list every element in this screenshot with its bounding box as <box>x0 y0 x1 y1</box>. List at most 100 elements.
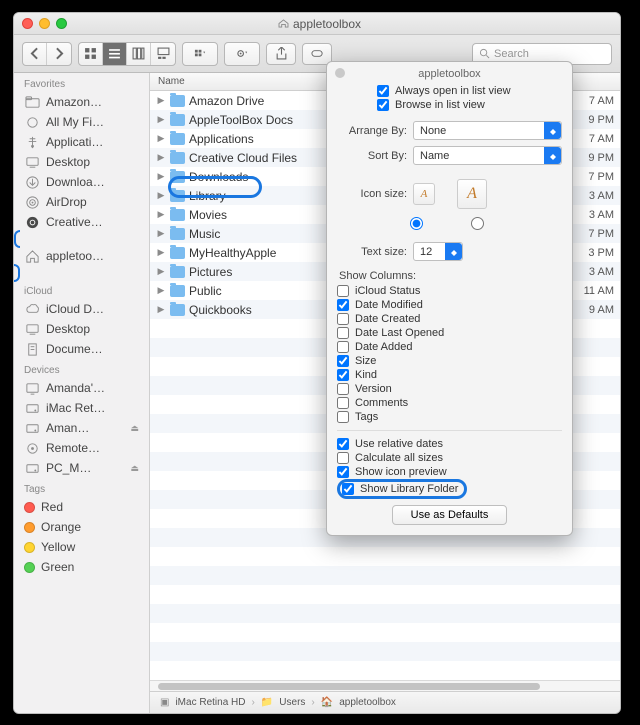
file-name: Library <box>189 189 226 203</box>
folder-icon <box>170 95 185 107</box>
sidebar-item[interactable]: Amanda'… <box>14 378 149 398</box>
icon-size-small-radio[interactable] <box>405 214 426 233</box>
disclosure-triangle-icon[interactable]: ▶ <box>156 190 166 201</box>
sidebar-item[interactable]: Applicati… <box>14 132 149 152</box>
arrange-by-select[interactable]: None <box>413 121 562 140</box>
popover-close-icon[interactable] <box>335 68 345 78</box>
sidebar-item[interactable]: Desktop <box>14 152 149 172</box>
sidebar-item-label: AirDrop <box>46 195 87 209</box>
zoom-icon[interactable] <box>56 18 67 29</box>
sidebar-section-header: iCloud <box>14 280 149 299</box>
column-label: iCloud Status <box>355 285 420 297</box>
action-menu[interactable] <box>224 42 260 66</box>
use-relative-dates-checkbox[interactable]: Use relative dates <box>337 437 562 451</box>
show-library-folder-checkbox[interactable]: Show Library Folder <box>342 482 458 496</box>
disclosure-triangle-icon[interactable]: ▶ <box>156 114 166 125</box>
popover-title: appletoolbox <box>337 68 562 80</box>
annotation-sidebar-highlight: appletoo… <box>14 230 149 282</box>
folder-icon <box>170 228 185 240</box>
sidebar-item[interactable]: AirDrop <box>14 192 149 212</box>
sidebar-item[interactable]: All My Fi… <box>14 112 149 132</box>
column-label: Kind <box>355 369 377 381</box>
sidebar-item[interactable]: iMac Ret… <box>14 398 149 418</box>
column-checkbox[interactable]: Date Modified <box>337 298 562 312</box>
minimize-icon[interactable] <box>39 18 50 29</box>
text-size-select[interactable]: 12 <box>413 242 463 261</box>
column-checkbox[interactable]: Date Last Opened <box>337 326 562 340</box>
file-date: 11 AM <box>584 285 614 297</box>
cloud-icon <box>24 302 40 316</box>
arrange-menu[interactable] <box>182 42 218 66</box>
file-name: Movies <box>189 208 227 222</box>
view-icon-button[interactable] <box>79 43 103 65</box>
share-button[interactable] <box>266 43 296 65</box>
sidebar-item[interactable]: Amazon… <box>14 92 149 112</box>
sidebar-item[interactable]: iCloud D… <box>14 299 149 319</box>
sidebar-item[interactable]: Docume… <box>14 339 149 359</box>
sidebar-item[interactable]: Remote… <box>14 438 149 458</box>
view-gallery-button[interactable] <box>151 43 175 65</box>
horizontal-scrollbar[interactable] <box>150 680 620 691</box>
disclosure-triangle-icon[interactable]: ▶ <box>156 266 166 277</box>
column-checkbox[interactable]: Tags <box>337 410 562 424</box>
sidebar-item[interactable]: Orange <box>14 517 149 537</box>
column-checkbox[interactable]: iCloud Status <box>337 284 562 298</box>
column-checkbox[interactable]: Comments <box>337 396 562 410</box>
sidebar-item[interactable]: Desktop <box>14 319 149 339</box>
disclosure-triangle-icon[interactable]: ▶ <box>156 209 166 220</box>
view-column-button[interactable] <box>127 43 151 65</box>
sidebar-item-label: appletoo… <box>46 249 104 263</box>
disclosure-triangle-icon[interactable]: ▶ <box>156 247 166 258</box>
disclosure-triangle-icon[interactable]: ▶ <box>156 285 166 296</box>
column-checkbox[interactable]: Date Created <box>337 312 562 326</box>
show-icon-preview-checkbox[interactable]: Show icon preview <box>337 465 562 479</box>
pathbar[interactable]: ▣iMac Retina HD› 📁Users› 🏠appletoolbox <box>150 691 620 713</box>
disclosure-triangle-icon[interactable]: ▶ <box>156 152 166 163</box>
file-name: Applications <box>189 132 254 146</box>
eject-icon[interactable]: ⏏ <box>130 423 139 434</box>
sidebar-item[interactable]: Red <box>14 497 149 517</box>
sidebar-item[interactable]: PC_M…⏏ <box>14 458 149 478</box>
calculate-sizes-checkbox[interactable]: Calculate all sizes <box>337 451 562 465</box>
disclosure-triangle-icon[interactable]: ▶ <box>156 95 166 106</box>
sidebar-item[interactable]: Aman…⏏ <box>14 418 149 438</box>
disclosure-triangle-icon[interactable]: ▶ <box>156 304 166 315</box>
titlebar[interactable]: appletoolbox <box>14 13 620 35</box>
sidebar-item-label: Creative… <box>46 215 103 229</box>
sort-by-select[interactable]: Name <box>413 146 562 165</box>
use-as-defaults-button[interactable]: Use as Defaults <box>392 505 508 525</box>
file-date: 3 AM <box>589 266 614 278</box>
sidebar-item-label: Desktop <box>46 322 90 336</box>
show-columns-label: Show Columns: <box>339 270 562 282</box>
sidebar-item-label: Downloa… <box>46 175 105 189</box>
disclosure-triangle-icon[interactable]: ▶ <box>156 228 166 239</box>
file-date: 3 AM <box>589 209 614 221</box>
tag-dot-icon <box>24 522 35 533</box>
view-list-button[interactable] <box>103 43 127 65</box>
doc-icon <box>24 342 40 356</box>
always-open-list-checkbox[interactable]: Always open in list view <box>377 84 562 98</box>
folder-icon <box>24 95 40 109</box>
column-checkbox[interactable]: Kind <box>337 368 562 382</box>
icon-size-large-radio[interactable] <box>466 214 487 233</box>
back-button[interactable] <box>23 43 47 65</box>
sidebar-item[interactable]: Creative… <box>14 212 149 232</box>
sidebar-item[interactable]: Downloa… <box>14 172 149 192</box>
close-icon[interactable] <box>22 18 33 29</box>
disclosure-triangle-icon[interactable]: ▶ <box>156 171 166 182</box>
browse-list-checkbox[interactable]: Browse in list view <box>377 98 562 112</box>
sidebar-item[interactable]: Green <box>14 557 149 577</box>
eject-icon[interactable]: ⏏ <box>130 463 139 474</box>
column-checkbox[interactable]: Version <box>337 382 562 396</box>
forward-button[interactable] <box>47 43 71 65</box>
file-name: Amazon Drive <box>189 94 264 108</box>
column-checkbox[interactable]: Date Added <box>337 340 562 354</box>
sidebar-item[interactable]: appletoo… <box>14 246 149 266</box>
sidebar-item[interactable]: Yellow <box>14 537 149 557</box>
disclosure-triangle-icon[interactable]: ▶ <box>156 133 166 144</box>
airdrop-icon <box>24 195 40 209</box>
download-icon <box>24 175 40 189</box>
sidebar-item-label: Amanda'… <box>46 381 105 395</box>
folder-icon <box>170 171 185 183</box>
column-checkbox[interactable]: Size <box>337 354 562 368</box>
